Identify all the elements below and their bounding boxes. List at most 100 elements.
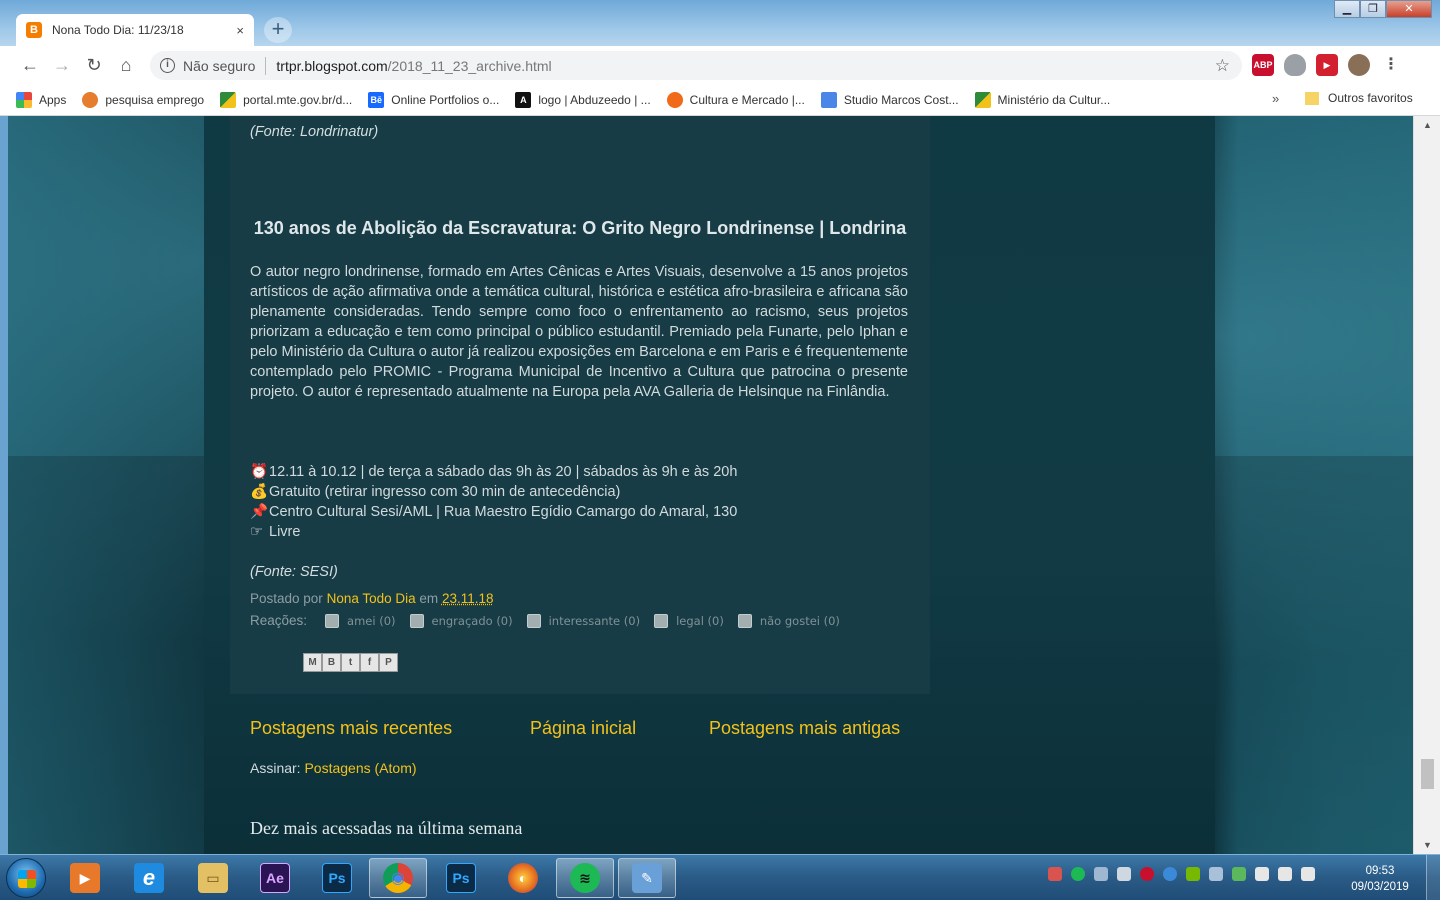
adblock-extension-icon[interactable]: ABP: [1252, 54, 1274, 76]
media-extension-icon[interactable]: ▶: [1316, 54, 1338, 76]
posted-at-label: em: [419, 591, 439, 606]
info-icon[interactable]: i: [160, 58, 175, 73]
home-page-link[interactable]: Página inicial: [530, 718, 636, 739]
menu-dots-icon[interactable]: ⋮: [1380, 54, 1402, 76]
chrome-icon: ◉: [383, 863, 413, 893]
taskbar-internet-explorer[interactable]: e: [120, 858, 178, 898]
event-price: Gratuito (retirar ingresso com 30 min de…: [269, 484, 621, 500]
tray-security-icon[interactable]: [1048, 867, 1062, 881]
share-email-icon[interactable]: M: [303, 653, 322, 672]
profile-avatar[interactable]: [1348, 54, 1370, 76]
security-label[interactable]: Não seguro: [183, 58, 255, 74]
bookmark-ministerio-cultura[interactable]: Ministério da Cultur...: [974, 91, 1110, 108]
other-bookmarks-folder[interactable]: Outros favoritos: [1305, 91, 1413, 105]
other-bookmarks-label: Outros favoritos: [1328, 91, 1413, 105]
tray-signal-icon[interactable]: [1278, 867, 1292, 881]
taskbar-after-effects[interactable]: Ae: [246, 858, 304, 898]
bookmark-favicon-icon: [82, 91, 99, 108]
taskbar-media-player[interactable]: ▶: [56, 858, 114, 898]
share-pinterest-icon[interactable]: P: [379, 653, 398, 672]
post-meta: Postado por Nona Todo Dia em 23.11.18: [250, 591, 494, 606]
bookmark-star-icon[interactable]: ☆: [1215, 56, 1230, 76]
reaction-checkbox[interactable]: [526, 613, 541, 628]
scroll-up-arrow-icon[interactable]: ▲: [1414, 116, 1440, 134]
address-bar[interactable]: i Não seguro trtpr.blogspot.com /2018_11…: [150, 51, 1242, 80]
bookmark-label: logo | Abduzeedo | ...: [538, 92, 651, 107]
bookmark-online-portfolios[interactable]: Bē Online Portfolios o...: [368, 91, 499, 108]
reload-icon[interactable]: ↻: [78, 49, 110, 81]
post-author-link[interactable]: Nona Todo Dia: [327, 591, 416, 606]
close-window-button[interactable]: ✕: [1386, 0, 1432, 18]
event-details: ⏰12.11 à 10.12 | de terça a sábado das 9…: [250, 462, 737, 542]
bookmark-portal-mte[interactable]: portal.mte.gov.br/d...: [220, 91, 352, 108]
shield-extension-icon[interactable]: [1284, 54, 1306, 76]
spotify-icon: ≋: [570, 863, 600, 893]
show-desktop-button[interactable]: [1426, 855, 1440, 900]
share-twitter-icon[interactable]: t: [341, 653, 360, 672]
post-date-link[interactable]: 23.11.18: [442, 591, 494, 606]
home-icon[interactable]: ⌂: [110, 49, 142, 81]
bookmark-abduzeedo[interactable]: A logo | Abduzeedo | ...: [515, 91, 651, 108]
taskbar-paint[interactable]: ✎: [618, 858, 676, 898]
reaction-checkbox[interactable]: [654, 613, 669, 628]
bookmark-cultura-mercado[interactable]: Cultura e Mercado |...: [666, 91, 805, 108]
tray-antivirus-icon[interactable]: [1140, 867, 1154, 881]
taskbar-photoshop-2[interactable]: Ps: [432, 858, 490, 898]
tray-volume-icon[interactable]: [1301, 867, 1315, 881]
atom-feed-link[interactable]: Postagens (Atom): [304, 760, 416, 776]
taskbar-photoshop[interactable]: Ps: [308, 858, 366, 898]
reaction-checkbox[interactable]: [737, 613, 752, 628]
tray-update-icon[interactable]: [1232, 867, 1246, 881]
reaction-label: não gostei (0): [759, 613, 840, 628]
reaction-checkbox[interactable]: [325, 613, 340, 628]
share-facebook-icon[interactable]: f: [360, 653, 379, 672]
taskbar-firefox[interactable]: ◐: [494, 858, 552, 898]
post-title[interactable]: 130 anos de Abolição da Escravatura: O G…: [250, 218, 910, 239]
window-controls: ▁ ❐ ✕: [1334, 0, 1432, 18]
post-body: O autor negro londrinense, formado em Ar…: [250, 264, 908, 400]
event-rating: Livre: [269, 524, 301, 540]
bookmark-pesquisa-emprego[interactable]: pesquisa emprego: [82, 91, 205, 108]
reaction-legal[interactable]: legal (0): [654, 613, 724, 628]
bookmarks-overflow-button[interactable]: »: [1272, 91, 1279, 106]
newer-posts-link[interactable]: Postagens mais recentes: [250, 718, 452, 739]
tray-nvidia-icon[interactable]: [1186, 867, 1200, 881]
taskbar-spotify[interactable]: ≋: [556, 858, 614, 898]
apps-grid-icon: [16, 91, 32, 108]
bookmark-apps[interactable]: Apps: [16, 91, 66, 108]
tab-close-icon[interactable]: ×: [236, 23, 244, 38]
post-reactions: Reações: amei (0) engraçado (0) interess…: [250, 613, 840, 628]
tray-lock-icon[interactable]: [1117, 867, 1131, 881]
scroll-down-arrow-icon[interactable]: ▼: [1414, 836, 1440, 854]
browser-tab[interactable]: B Nona Todo Dia: 11/23/18 ×: [16, 14, 254, 46]
start-button[interactable]: [6, 858, 46, 898]
scrollbar-thumb[interactable]: [1421, 759, 1434, 789]
share-blogger-icon[interactable]: B: [322, 653, 341, 672]
reaction-checkbox[interactable]: [409, 613, 424, 628]
maximize-button[interactable]: ❐: [1360, 0, 1386, 18]
post-source-bottom: (Fonte: SESI): [250, 564, 338, 580]
reaction-interessante[interactable]: interessante (0): [526, 613, 640, 628]
subscribe-line: Assinar: Postagens (Atom): [250, 760, 417, 776]
taskbar-chrome[interactable]: ◉: [369, 858, 427, 898]
tray-usb-icon[interactable]: [1209, 867, 1223, 881]
bookmark-label: pesquisa emprego: [105, 92, 205, 107]
page-scrollbar[interactable]: ▲ ▼: [1413, 116, 1440, 854]
forward-arrow-icon[interactable]: →: [46, 49, 78, 81]
tray-flag-icon[interactable]: [1255, 867, 1269, 881]
bookmark-label: Studio Marcos Cost...: [843, 92, 959, 107]
reaction-amei[interactable]: amei (0): [325, 613, 396, 628]
tray-spotify-icon[interactable]: [1071, 867, 1085, 881]
reaction-nao-gostei[interactable]: não gostei (0): [737, 613, 840, 628]
older-posts-link[interactable]: Postagens mais antigas: [709, 718, 900, 739]
taskbar-clock[interactable]: 09:53 09/03/2019: [1340, 863, 1420, 895]
tray-network-app-icon[interactable]: [1163, 867, 1177, 881]
bookmark-studio-marcos[interactable]: Studio Marcos Cost...: [820, 91, 959, 108]
tray-device-icon[interactable]: [1094, 867, 1108, 881]
paint-palette-icon: ✎: [632, 863, 662, 893]
back-arrow-icon[interactable]: ←: [14, 49, 46, 81]
taskbar-file-explorer[interactable]: ▭: [184, 858, 242, 898]
new-tab-button[interactable]: +: [264, 17, 292, 43]
minimize-button[interactable]: ▁: [1334, 0, 1360, 18]
reaction-engracado[interactable]: engraçado (0): [409, 613, 513, 628]
